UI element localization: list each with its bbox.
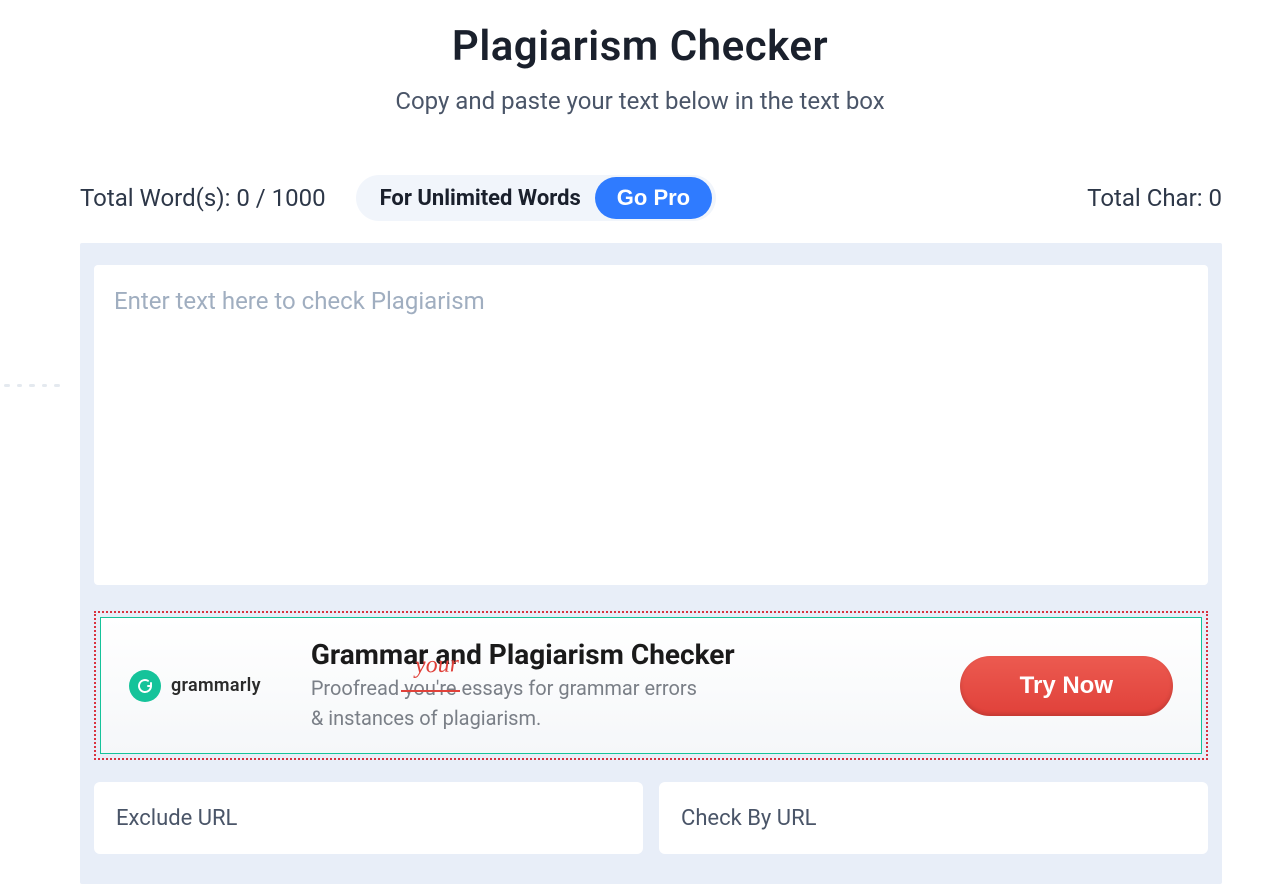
grammarly-logo-text: grammarly — [171, 675, 261, 696]
word-count-label: Total Word(s): 0 / 1000 — [80, 184, 326, 212]
ad-title: Grammar and Plagiarism Checker — [311, 638, 910, 671]
ad-strike-word: you're — [404, 673, 456, 703]
stats-left: Total Word(s): 0 / 1000 For Unlimited Wo… — [80, 175, 716, 221]
exclude-url-input[interactable] — [94, 782, 643, 854]
ad-line1-suffix: essays for grammar errors — [457, 676, 697, 700]
grammarly-ad[interactable]: grammarly Grammar and Plagiarism Checker… — [100, 617, 1202, 754]
page-subtitle: Copy and paste your text below in the te… — [0, 87, 1280, 115]
go-pro-button[interactable]: Go Pro — [595, 177, 712, 219]
stats-row: Total Word(s): 0 / 1000 For Unlimited Wo… — [80, 175, 1222, 221]
pro-pill-text: For Unlimited Words — [380, 186, 581, 211]
ad-subtitle: your Proofread you're essays for grammar… — [311, 673, 910, 733]
ad-line1-prefix: Proofread — [311, 676, 404, 700]
strike-line — [401, 690, 459, 692]
plagiarism-text-input[interactable] — [94, 265, 1208, 585]
grammarly-icon — [129, 670, 161, 702]
ad-copy: Grammar and Plagiarism Checker your Proo… — [311, 638, 910, 733]
editor-panel: grammarly Grammar and Plagiarism Checker… — [80, 243, 1222, 884]
check-by-url-input[interactable] — [659, 782, 1208, 854]
char-count-label: Total Char: 0 — [1087, 184, 1222, 212]
try-now-button[interactable]: Try Now — [960, 656, 1173, 716]
ad-container: grammarly Grammar and Plagiarism Checker… — [94, 611, 1208, 760]
ad-line2: & instances of plagiarism. — [311, 706, 542, 730]
grammarly-logo: grammarly — [129, 670, 261, 702]
page-title: Plagiarism Checker — [0, 22, 1280, 71]
url-input-row — [94, 782, 1208, 854]
pro-pill: For Unlimited Words Go Pro — [356, 175, 717, 221]
decorative-dots — [0, 384, 60, 392]
